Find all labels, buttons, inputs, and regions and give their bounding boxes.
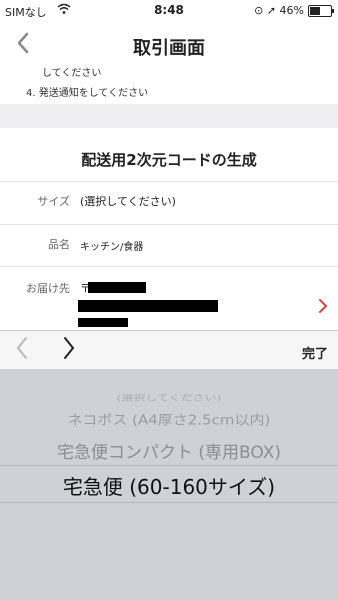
step-4-text: 4. 発送通知をしてください bbox=[26, 88, 149, 99]
redacted-postal-code bbox=[88, 282, 146, 293]
redacted-address-line-1 bbox=[78, 300, 218, 312]
redacted-address-line-2 bbox=[78, 318, 128, 327]
section-gap bbox=[0, 104, 338, 128]
divider bbox=[0, 181, 338, 182]
picker-option-selected[interactable]: 宅急便 (60-160サイズ) bbox=[0, 471, 338, 500]
qr-code-form: 配送用2次元コードの生成 サイズ (選択してください) 品名 キッチン/食器 お… bbox=[0, 128, 338, 328]
item-name-value: キッチン/食器 bbox=[80, 242, 144, 253]
battery-nub bbox=[332, 9, 334, 13]
battery-icon bbox=[308, 5, 334, 17]
form-heading: 配送用2次元コードの生成 bbox=[81, 151, 257, 169]
selection-indicator-top bbox=[0, 465, 338, 466]
battery-percent: 46% bbox=[279, 4, 304, 17]
orientation-lock-icon: ⊙ bbox=[254, 4, 264, 17]
next-field-icon[interactable] bbox=[62, 335, 76, 367]
selection-indicator-bottom bbox=[0, 502, 338, 503]
size-label: サイズ bbox=[37, 195, 70, 208]
divider bbox=[0, 266, 338, 267]
picker-option[interactable]: (選択してください) bbox=[0, 392, 338, 403]
done-button[interactable]: 完了 bbox=[302, 343, 328, 362]
size-picker-wheel[interactable]: (選択してください) ネコポス (A4厚さ2.5cm以内) 宅急便コンパクト (… bbox=[0, 369, 338, 600]
status-bar: SIMなし 8:48 ⊙ ➚ 46% bbox=[0, 0, 338, 20]
step-3-text: してください bbox=[42, 68, 102, 79]
navigation-bar: 取引画面 bbox=[0, 20, 338, 68]
divider bbox=[0, 224, 338, 225]
picker-toolbar: 完了 bbox=[0, 330, 338, 370]
picker-option[interactable]: ネコポス (A4厚さ2.5cm以内) bbox=[0, 410, 338, 428]
instruction-steps: してください 4. 発送通知をしてください bbox=[0, 62, 338, 104]
page-title: 取引画面 bbox=[133, 38, 205, 59]
address-label: お届け先 bbox=[26, 282, 70, 295]
location-icon: ➚ bbox=[266, 4, 277, 17]
previous-field-icon[interactable] bbox=[15, 335, 29, 367]
picker-option[interactable]: 宅急便コンパクト (専用BOX) bbox=[0, 438, 338, 463]
status-right: ⊙ ➚ 46% bbox=[254, 4, 304, 17]
size-field[interactable]: (選択してください) bbox=[80, 193, 176, 209]
item-name-label: 品名 bbox=[48, 238, 70, 251]
chevron-right-icon[interactable] bbox=[318, 295, 328, 319]
battery-fill bbox=[310, 7, 321, 15]
